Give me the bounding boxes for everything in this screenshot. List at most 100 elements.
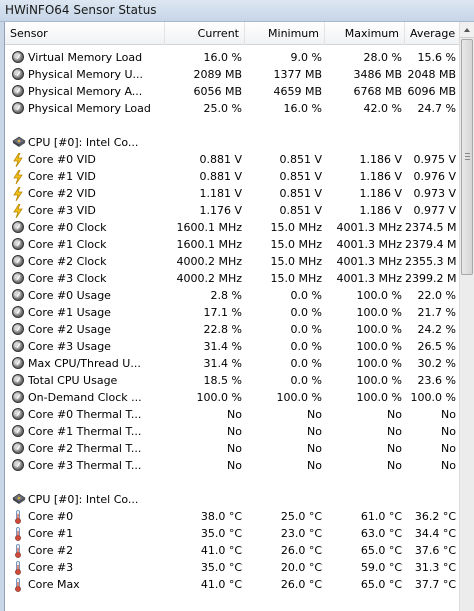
- scroll-grip-icon: [465, 153, 470, 160]
- column-header-maximum[interactable]: Maximum: [325, 22, 405, 45]
- sensor-row[interactable]: Physical Memory U... 2089 MB 1377 MB 3486 M…: [5, 66, 460, 83]
- sensor-name-cell: Physical Memory U...: [9, 66, 164, 83]
- column-header-average[interactable]: Average: [405, 22, 460, 45]
- sensor-row[interactable]: Core #1 Thermal T... No No No No: [5, 423, 460, 440]
- sensor-row[interactable]: Core #0 Thermal T... No No No No: [5, 406, 460, 423]
- sensor-name-cell: Core #0: [9, 508, 164, 525]
- maximum-value: No: [387, 459, 402, 472]
- minimum-value: 25.0 °C: [280, 510, 322, 523]
- sensor-row[interactable]: Core #3 Usage 31.4 % 0.0 % 100.0 % 26.5 %: [5, 338, 460, 355]
- sensor-name-cell: Core #2 Usage: [9, 321, 164, 338]
- average-value: No: [441, 459, 456, 472]
- title-bar[interactable]: HWiNFO64 Sensor Status: [0, 0, 474, 22]
- sensor-row[interactable]: Core #0 VID 0.881 V 0.851 V 1.186 V 0.975 V: [5, 151, 460, 168]
- sensor-row[interactable]: Core #2 Usage 22.8 % 0.0 % 100.0 % 24.2 %: [5, 321, 460, 338]
- average-value: No: [441, 425, 456, 438]
- minimum-value: 15.0 MHz: [270, 221, 322, 234]
- sensor-row[interactable]: Core #0 38.0 °C 25.0 °C 61.0 °C 36.2 °C: [5, 508, 460, 525]
- minimum-value: 23.0 °C: [280, 527, 322, 540]
- sensor-row[interactable]: Core #1 35.0 °C 23.0 °C 63.0 °C 34.4 °C: [5, 525, 460, 542]
- sensor-name: Max CPU/Thread U...: [28, 357, 141, 370]
- maximum-value: 65.0 °C: [360, 544, 402, 557]
- minimum-value: 15.0 MHz: [270, 272, 322, 285]
- sensor-name-cell: Core #0 Thermal T...: [9, 406, 164, 423]
- sensor-row[interactable]: Core #0 Usage 2.8 % 0.0 % 100.0 % 22.0 %: [5, 287, 460, 304]
- sensor-row[interactable]: Core #1 Usage 17.1 % 0.0 % 100.0 % 21.7 %: [5, 304, 460, 321]
- current-value: No: [227, 425, 242, 438]
- minimum-value: 26.0 °C: [280, 578, 322, 591]
- sensor-row[interactable]: Core #2 41.0 °C 26.0 °C 65.0 °C 37.6 °C: [5, 542, 460, 559]
- current-value: No: [227, 408, 242, 421]
- maximum-value: 28.0 %: [363, 51, 402, 64]
- current-value: 41.0 °C: [200, 544, 242, 557]
- column-header-minimum[interactable]: Minimum: [245, 22, 325, 45]
- maximum-value: 4001.3 MHz: [336, 255, 402, 268]
- maximum-value: 42.0 %: [363, 102, 402, 115]
- average-value: 36.2 °C: [414, 510, 456, 523]
- column-header-current[interactable]: Current: [165, 22, 245, 45]
- sensor-name: Physical Memory Load: [28, 102, 151, 115]
- current-value: 17.1 %: [203, 306, 242, 319]
- sensor-row[interactable]: Core #3 VID 1.176 V 0.851 V 1.186 V 0.977 V: [5, 202, 460, 219]
- average-value: 0.973 V: [413, 187, 456, 200]
- gauge-icon: [12, 340, 25, 353]
- sensor-name: Total CPU Usage: [28, 374, 118, 387]
- sensor-name: Core #2 Thermal T...: [28, 442, 142, 455]
- minimum-value: 20.0 °C: [280, 561, 322, 574]
- column-header: Sensor Current Minimum Maximum Average: [5, 22, 460, 45]
- sensor-name-cell: Core #2: [9, 542, 164, 559]
- maximum-value: 61.0 °C: [360, 510, 402, 523]
- sensor-row[interactable]: On-Demand Clock ... 100.0 % 100.0 % 100.0 %…: [5, 389, 460, 406]
- average-value: 2355.3 MHz: [405, 255, 456, 268]
- current-value: 18.5 %: [203, 374, 242, 387]
- average-value: 24.2 %: [417, 323, 456, 336]
- sensor-row[interactable]: Core #0 Clock 1600.1 MHz 15.0 MHz 4001.3 MH…: [5, 219, 460, 236]
- average-value: 21.7 %: [417, 306, 456, 319]
- sensor-name: Core #0 Clock: [28, 221, 107, 234]
- average-value: 0.977 V: [413, 204, 456, 217]
- voltage-bolt-icon: [12, 153, 25, 167]
- current-value: 16.0 %: [203, 51, 242, 64]
- thermometer-icon: [12, 561, 25, 575]
- maximum-value: 63.0 °C: [360, 527, 402, 540]
- sensor-row[interactable]: Core #1 Clock 1600.1 MHz 15.0 MHz 4001.3 MH…: [5, 236, 460, 253]
- sensor-row[interactable]: Core #2 Thermal T... No No No No: [5, 440, 460, 457]
- scroll-up-arrow[interactable]: [460, 22, 474, 38]
- sensor-row[interactable]: Total CPU Usage 18.5 % 0.0 % 100.0 % 23.6 %: [5, 372, 460, 389]
- current-value: 0.881 V: [199, 170, 242, 183]
- scroll-thumb[interactable]: [461, 39, 473, 275]
- sensor-row[interactable]: Core #2 VID 1.181 V 0.851 V 1.186 V 0.973 V: [5, 185, 460, 202]
- gauge-icon: [12, 221, 25, 234]
- average-value: 6096 MB: [407, 85, 456, 98]
- sensor-row[interactable]: Core #1 VID 0.881 V 0.851 V 1.186 V 0.976 V: [5, 168, 460, 185]
- sensor-row[interactable]: Physical Memory A... 6056 MB 4659 MB 6768 M…: [5, 83, 460, 100]
- sensor-row[interactable]: Virtual Memory Load 16.0 % 9.0 % 28.0 % 15.6…: [5, 49, 460, 66]
- current-value: 35.0 °C: [200, 527, 242, 540]
- column-header-sensor[interactable]: Sensor: [5, 22, 165, 45]
- current-value: 1600.1 MHz: [176, 238, 242, 251]
- sensor-name: Core #1 Usage: [28, 306, 111, 319]
- sensor-row[interactable]: Max CPU/Thread U... 31.4 % 0.0 % 100.0 % 30.…: [5, 355, 460, 372]
- sensor-row[interactable]: Core #2 Clock 4000.2 MHz 15.0 MHz 4001.3 MH…: [5, 253, 460, 270]
- average-value: 0.976 V: [413, 170, 456, 183]
- sensor-row[interactable]: Core #3 35.0 °C 20.0 °C 59.0 °C 31.3 °C: [5, 559, 460, 576]
- sensor-group-row[interactable]: CPU [#0]: Intel Co...: [5, 134, 460, 151]
- maximum-value: 4001.3 MHz: [336, 221, 402, 234]
- average-value: 2374.5 MHz: [405, 221, 456, 234]
- sensor-row[interactable]: Physical Memory Load 25.0 % 16.0 % 42.0 % 24…: [5, 100, 460, 117]
- sensor-name-cell: Core #1 Thermal T...: [9, 423, 164, 440]
- sensor-row[interactable]: Core #3 Clock 4000.2 MHz 15.0 MHz 4001.3 MH…: [5, 270, 460, 287]
- sensor-name-cell: Core #1 Usage: [9, 304, 164, 321]
- sensor-name-cell: Core #3 VID: [9, 202, 164, 219]
- maximum-value: 100.0 %: [356, 340, 402, 353]
- voltage-bolt-icon: [12, 170, 25, 184]
- sensor-row[interactable]: Core #3 Thermal T... No No No No: [5, 457, 460, 474]
- vertical-scrollbar[interactable]: [459, 22, 474, 611]
- sensor-group-row[interactable]: CPU [#0]: Intel Co...: [5, 491, 460, 508]
- maximum-value: 100.0 %: [356, 306, 402, 319]
- gauge-icon: [12, 68, 25, 81]
- sensor-name: Core #0: [28, 510, 74, 523]
- sensor-row[interactable]: Core Max 41.0 °C 26.0 °C 65.0 °C 37.7 °C: [5, 576, 460, 593]
- current-value: 4000.2 MHz: [176, 272, 242, 285]
- current-value: 38.0 °C: [200, 510, 242, 523]
